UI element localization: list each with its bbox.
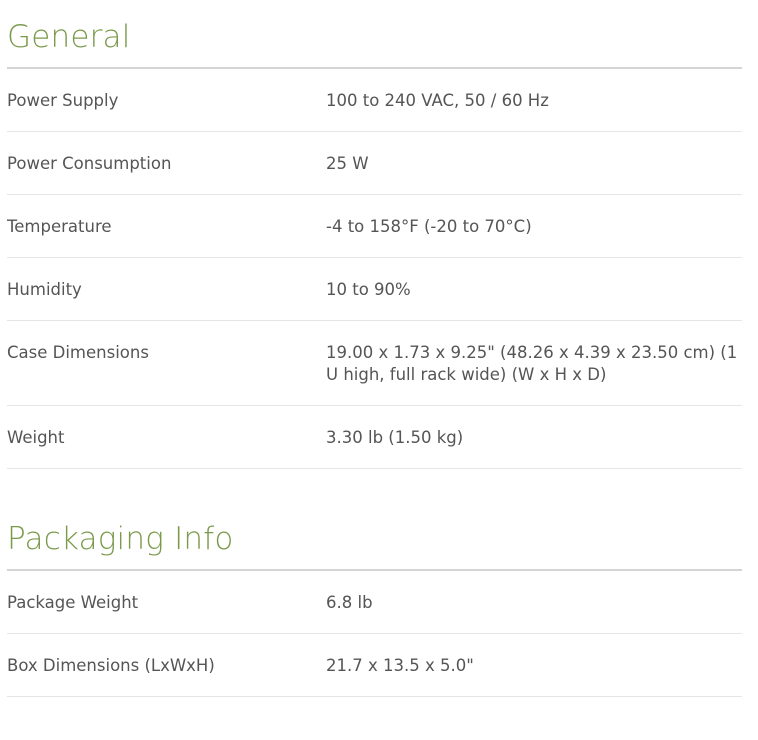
spec-row-temperature: Temperature -4 to 158°F (-20 to 70°C) <box>7 195 742 258</box>
spec-page: General Power Supply 100 to 240 VAC, 50 … <box>0 0 758 740</box>
spec-label: Box Dimensions (LxWxH) <box>7 656 215 675</box>
packaging-heading: Packaging Info <box>7 500 742 571</box>
spec-label: Case Dimensions <box>7 343 149 362</box>
spec-label: Power Supply <box>7 91 119 110</box>
spec-label: Humidity <box>7 280 82 299</box>
spec-label: Weight <box>7 428 65 447</box>
spec-value: 25 W <box>326 154 369 173</box>
spec-value: -4 to 158°F (-20 to 70°C) <box>326 217 532 236</box>
spec-row-power-consumption: Power Consumption 25 W <box>7 132 742 195</box>
spec-label: Temperature <box>7 217 112 236</box>
spec-row-package-weight: Package Weight 6.8 lb <box>7 571 742 634</box>
spec-row-humidity: Humidity 10 to 90% <box>7 258 742 321</box>
spec-value: 21.7 x 13.5 x 5.0" <box>326 656 474 675</box>
general-section: General Power Supply 100 to 240 VAC, 50 … <box>7 0 742 469</box>
spec-value: 10 to 90% <box>326 280 411 299</box>
spec-row-box-dimensions: Box Dimensions (LxWxH) 21.7 x 13.5 x 5.0… <box>7 634 742 697</box>
spec-row-weight: Weight 3.30 lb (1.50 kg) <box>7 406 742 469</box>
spec-row-power-supply: Power Supply 100 to 240 VAC, 50 / 60 Hz <box>7 69 742 132</box>
spec-row-case-dimensions: Case Dimensions 19.00 x 1.73 x 9.25" (48… <box>7 321 742 406</box>
spec-label: Power Consumption <box>7 154 172 173</box>
packaging-section: Packaging Info Package Weight 6.8 lb Box… <box>7 500 742 697</box>
spec-value: 6.8 lb <box>326 593 373 612</box>
spec-value: 19.00 x 1.73 x 9.25" (48.26 x 4.39 x 23.… <box>326 343 738 384</box>
spec-label: Package Weight <box>7 593 139 612</box>
general-heading: General <box>7 0 742 69</box>
spec-value: 3.30 lb (1.50 kg) <box>326 428 464 447</box>
spec-value: 100 to 240 VAC, 50 / 60 Hz <box>326 91 549 110</box>
